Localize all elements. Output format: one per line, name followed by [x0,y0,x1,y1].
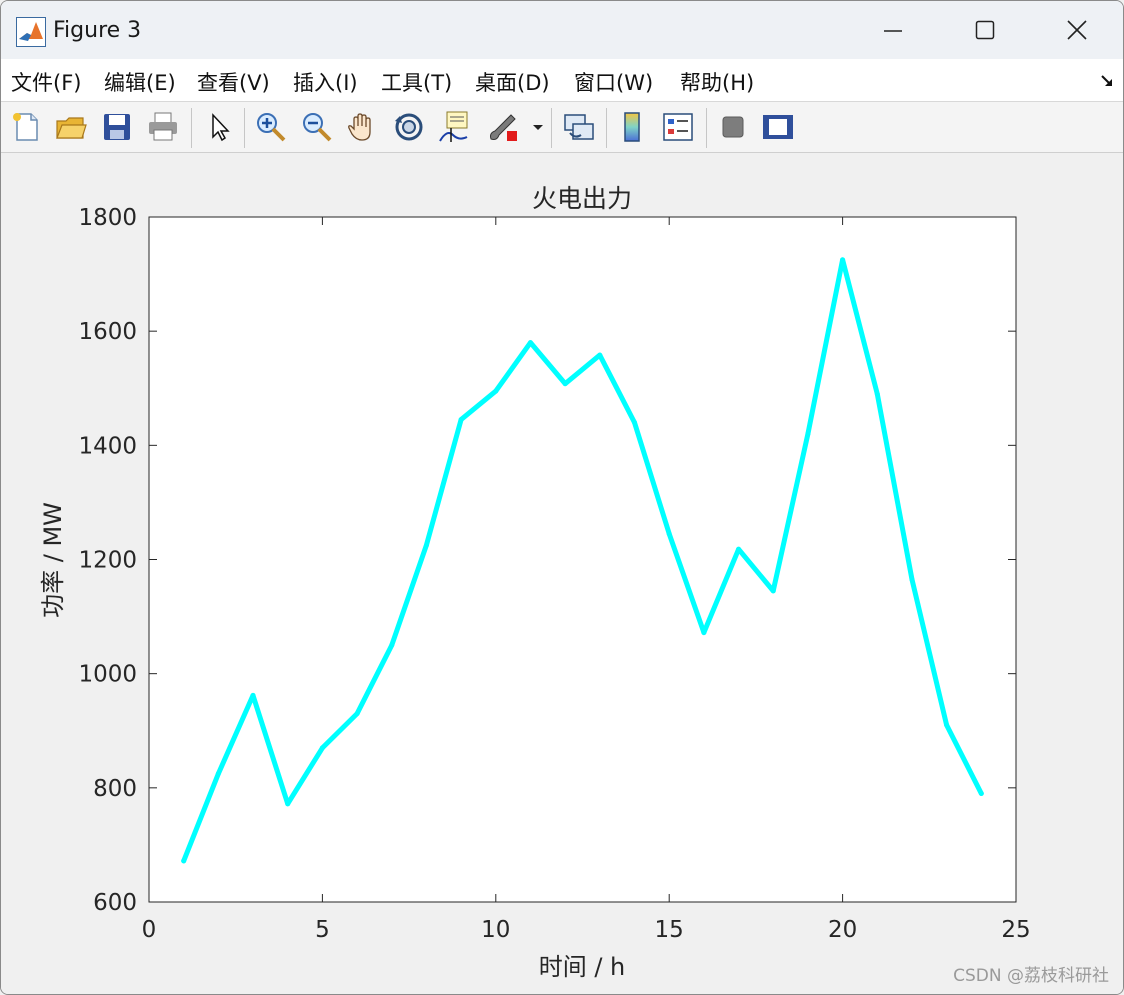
watermark: CSDN @荔枝科研社 [953,966,1109,986]
data-point [874,391,880,397]
zoom-out-icon[interactable] [299,109,335,145]
figure-toolbar [1,102,1123,153]
plot-area [148,216,1017,903]
maximize-icon [975,20,995,40]
data-point [736,546,742,552]
data-point [840,257,846,263]
data-point [978,791,984,797]
data-point [527,340,533,346]
x-tick-label: 5 [315,917,330,943]
line-chart: 火电出力 时间 / h 功率 / MW 0 5 10 15 20 25 600 800 1000… [39,184,1031,981]
data-point [389,642,395,648]
menu-desktop[interactable]: 桌面(D) [475,67,550,97]
matlab-logo-icon [16,17,46,47]
menu-view[interactable]: 查看(V) [197,67,270,97]
open-folder-icon[interactable] [53,109,89,145]
toolbar-separator [706,108,707,148]
menu-tools[interactable]: 工具(T) [381,67,452,97]
data-point [181,858,187,864]
y-tick-label: 800 [93,776,137,802]
data-point [770,588,776,594]
close-button[interactable] [1031,1,1123,59]
data-point [666,531,672,537]
data-point [215,771,221,777]
legend-icon[interactable] [660,109,696,145]
chart-title: 火电出力 [532,184,632,213]
brush-dropdown-icon[interactable] [527,109,549,145]
data-point [250,692,256,698]
menu-window[interactable]: 窗口(W) [574,67,653,97]
x-tick-label: 20 [828,917,857,943]
figure-canvas: 火电出力 时间 / h 功率 / MW 0 5 10 15 20 25 600 800 1000… [1,153,1123,994]
y-axis-label: 功率 / MW [39,502,67,618]
data-point [701,630,707,636]
data-point [423,542,429,548]
show-plot-tools-icon[interactable] [760,109,796,145]
menu-file[interactable]: 文件(F) [11,67,81,97]
print-icon[interactable] [145,109,181,145]
menu-bar: 文件(F) 编辑(E) 查看(V) 插入(I) 工具(T) 桌面(D) 窗口(W… [1,59,1123,102]
data-point [805,431,811,437]
menu-help[interactable]: 帮助(H) [680,67,754,97]
colorbar-icon[interactable] [615,109,651,145]
new-figure-icon[interactable] [9,109,45,145]
toolbar-separator [606,108,607,148]
x-tick-label: 25 [1001,917,1030,943]
maximize-button[interactable] [939,1,1031,59]
x-axis-label: 时间 / h [539,953,626,981]
data-point [354,711,360,717]
y-tick-label: 1800 [78,205,137,231]
menu-edit[interactable]: 编辑(E) [104,67,176,97]
close-icon [1067,20,1087,40]
data-point [944,722,950,728]
zoom-in-icon[interactable] [253,109,289,145]
title-bar: Figure 3 [1,1,1123,59]
y-tick-label: 1600 [78,319,137,345]
x-tick-label: 0 [142,917,157,943]
window-title: Figure 3 [53,18,142,43]
hide-plot-tools-icon[interactable] [715,109,751,145]
brush-icon[interactable] [485,109,521,145]
toolbar-separator [551,108,552,148]
pointer-icon[interactable] [201,109,237,145]
data-point [285,801,291,807]
save-icon[interactable] [99,109,135,145]
y-tick-label: 600 [93,890,137,916]
data-point [597,352,603,358]
link-plot-icon[interactable] [561,109,597,145]
data-point [319,745,325,751]
y-tick-label: 1000 [78,662,137,688]
data-cursor-icon[interactable] [437,109,473,145]
data-point [458,417,464,423]
dock-figure-icon[interactable] [1099,73,1115,89]
data-point [909,576,915,582]
y-tick-label: 1200 [78,548,137,574]
x-tick-label: 10 [481,917,510,943]
data-point [562,381,568,387]
data-point [493,388,499,394]
data-point [632,420,638,425]
pan-hand-icon[interactable] [345,109,381,145]
figure-window: Figure 3 文件(F) 编辑(E) 查看(V) 插入(I) 工具(T) 桌… [0,0,1124,995]
minimize-button[interactable] [847,1,939,59]
x-tick-label: 15 [655,917,684,943]
minimize-icon [884,30,902,32]
y-tick-label: 1400 [78,433,137,459]
menu-insert[interactable]: 插入(I) [293,67,358,97]
toolbar-separator [191,108,192,148]
toolbar-separator [244,108,245,148]
rotate-3d-icon[interactable] [391,109,427,145]
